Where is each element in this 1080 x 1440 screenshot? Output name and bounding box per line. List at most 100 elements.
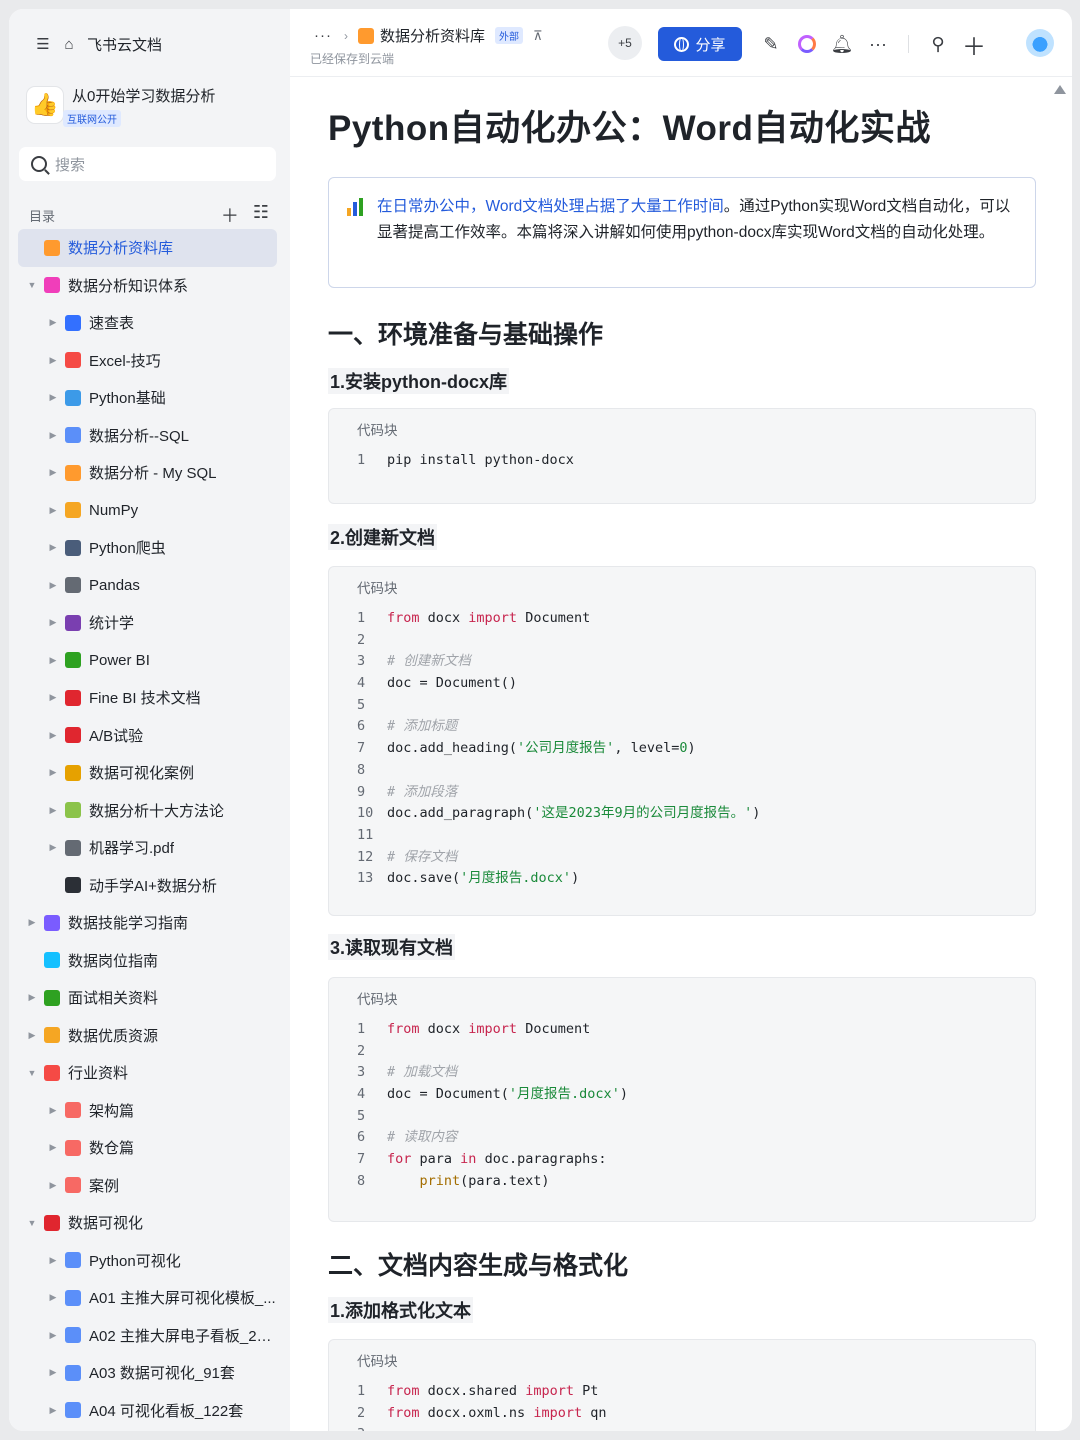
chevron-right-icon[interactable]: ▶	[47, 542, 59, 553]
chevron-right-icon[interactable]: ▶	[47, 1405, 59, 1416]
chevron-right-icon[interactable]: ▶	[47, 355, 59, 366]
sidebar-item[interactable]: ▶ A/B试验	[18, 717, 277, 755]
chevron-right-icon[interactable]: ▶	[47, 842, 59, 853]
chevron-right-icon[interactable]: ▶	[47, 1105, 59, 1116]
chevron-down-icon[interactable]: ▼	[26, 1068, 38, 1078]
sidebar-item[interactable]: ▶ 数据技能学习指南	[18, 904, 277, 942]
chevron-right-icon: ›	[344, 28, 348, 43]
sidebar-item[interactable]: ▶ Python可视化	[18, 1242, 277, 1280]
sidebar-item[interactable]: 动手学AI+数据分析	[18, 867, 277, 905]
chevron-right-icon[interactable]: ▶	[47, 392, 59, 403]
sidebar-item[interactable]: ▶ 数据分析十大方法论	[18, 792, 277, 830]
bell-icon[interactable]: 🔔︎	[831, 33, 854, 55]
sidebar-item[interactable]: ▶ Power BI	[18, 642, 277, 680]
bar-chart-icon	[347, 198, 367, 216]
chevron-right-icon[interactable]: ▶	[47, 1330, 59, 1341]
sidebar-item[interactable]: ▶ 统计学	[18, 604, 277, 642]
sidebar-item[interactable]: ▶ A04 可视化看板_122套	[18, 1392, 277, 1430]
chevron-down-icon[interactable]: ▼	[26, 280, 38, 290]
chevron-right-icon[interactable]: ▶	[47, 805, 59, 816]
sidebar-item[interactable]: 数据岗位指南	[18, 942, 277, 980]
code-lines: 1 pip install python-docx	[357, 450, 1035, 472]
edit-pen-icon[interactable]: ✎	[760, 33, 782, 55]
chevron-right-icon[interactable]: ▶	[47, 1180, 59, 1191]
code-block[interactable]: 代码块 1 pip install python-docx	[328, 408, 1036, 504]
sidebar-item[interactable]: ▶ A01 主推大屏可视化模板_...	[18, 1279, 277, 1317]
outline-list-icon[interactable]: ☷	[253, 202, 269, 228]
chevron-right-icon[interactable]: ▶	[47, 317, 59, 328]
more-actions-icon[interactable]: ···	[867, 33, 889, 55]
rainbow-icon	[65, 464, 81, 481]
collaborators-more[interactable]: +5	[608, 26, 642, 60]
user-avatar[interactable]	[1026, 29, 1054, 57]
sidebar-item[interactable]: ▶ 数据分析--SQL	[18, 417, 277, 455]
sidebar-item[interactable]: ▶ 数据分析 - My SQL	[18, 454, 277, 492]
collapse-sidebar-icon[interactable]: ☰	[33, 34, 53, 54]
breadcrumb-more-icon[interactable]: ···	[314, 27, 332, 44]
sidebar-item[interactable]: ▼ 数据分析知识体系	[18, 267, 277, 305]
chevron-right-icon[interactable]: ▶	[26, 917, 38, 928]
scroll-up-arrow-icon[interactable]	[1054, 85, 1066, 94]
pin-icon[interactable]: ⊼	[533, 28, 543, 44]
chevron-right-icon[interactable]: ▶	[47, 467, 59, 478]
code-token: , level=	[614, 740, 680, 757]
sidebar-item[interactable]: ▶ 速查表	[18, 304, 277, 342]
sidebar-item[interactable]: ▶ 架构篇	[18, 1092, 277, 1130]
chevron-right-icon[interactable]: ▶	[47, 617, 59, 628]
chevron-right-icon[interactable]: ▶	[26, 1030, 38, 1041]
line-number: 7	[357, 740, 366, 757]
sidebar-item[interactable]: ▶ 案例	[18, 1167, 277, 1205]
chevron-right-icon[interactable]: ▶	[47, 767, 59, 778]
sidebar-item[interactable]: ▶ 数据可视化案例	[18, 754, 277, 792]
chevron-right-icon[interactable]: ▶	[47, 1255, 59, 1266]
chevron-right-icon[interactable]: ▶	[47, 1367, 59, 1378]
sidebar-item[interactable]: 数据分析资料库	[18, 229, 277, 267]
code-block[interactable]: 代码块 1 from docx import Document 2 3 # 创建新文档 4…	[328, 566, 1036, 916]
add-node-icon[interactable]: ＋	[221, 202, 239, 228]
sidebar-item-label: 数据岗位指南	[68, 952, 159, 970]
chevron-right-icon[interactable]: ▶	[47, 505, 59, 516]
sidebar-item[interactable]: ▶ 数仓篇	[18, 1129, 277, 1167]
callout-highlight[interactable]: 在日常办公中，Word文档处理占据了大量工作时间	[377, 198, 724, 215]
library-icon	[44, 239, 60, 256]
sidebar-item[interactable]: ▼ 行业资料	[18, 1054, 277, 1092]
code-line: 2 from docx.oxml.ns import qn	[357, 1403, 1035, 1425]
breadcrumb-library[interactable]: 数据分析资料库	[380, 25, 485, 46]
chevron-right-icon[interactable]: ▶	[26, 992, 38, 1003]
app-title[interactable]: 飞书云文档	[87, 34, 162, 55]
sidebar-item[interactable]: ▶ Python爬虫	[18, 529, 277, 567]
chevron-right-icon[interactable]: ▶	[47, 430, 59, 441]
search-icon[interactable]: ⚲	[927, 33, 949, 55]
code-token: docx.shared	[419, 1383, 526, 1399]
sidebar-item-label: 数据可视化案例	[89, 765, 195, 783]
sidebar-item[interactable]: ▶ 面试相关资料	[18, 979, 277, 1017]
sidebar-item[interactable]: ▶ Pandas	[18, 567, 277, 605]
sidebar-item[interactable]: ▶ Fine BI 技术文档	[18, 679, 277, 717]
sidebar-item[interactable]: ▶ NumPy	[18, 492, 277, 530]
sidebar-item[interactable]: ▶ 数据优质资源	[18, 1017, 277, 1055]
new-doc-plus-icon[interactable]: ＋	[962, 33, 986, 61]
sidebar-item[interactable]: ▶ Excel-技巧	[18, 342, 277, 380]
share-button[interactable]: 分享	[658, 27, 742, 61]
home-icon[interactable]: ⌂	[59, 34, 79, 54]
sidebar-item[interactable]: ▼ 数据可视化	[18, 1204, 277, 1242]
chevron-right-icon[interactable]: ▶	[47, 692, 59, 703]
search-input[interactable]: 搜索	[19, 147, 276, 181]
sidebar-item[interactable]: ▶ Python基础	[18, 379, 277, 417]
chevron-right-icon[interactable]: ▶	[47, 655, 59, 666]
chevron-right-icon[interactable]: ▶	[47, 730, 59, 741]
sidebar-item[interactable]: ▶ 机器学习.pdf	[18, 829, 277, 867]
chevron-down-icon[interactable]: ▼	[26, 1218, 38, 1228]
code-block[interactable]: 代码块 1 from docx.shared import Pt 2 from doc…	[328, 1339, 1036, 1431]
chevron-right-icon[interactable]: ▶	[47, 1142, 59, 1153]
code-token: from	[387, 1383, 420, 1399]
search-icon	[31, 156, 47, 172]
ai-assistant-icon[interactable]	[796, 33, 818, 55]
space-header[interactable]: 👍 从0开始学习数据分析 互联网公开	[27, 87, 215, 128]
sidebar-item-label: 架构篇	[89, 1102, 135, 1120]
chevron-right-icon[interactable]: ▶	[47, 1292, 59, 1303]
sidebar-item[interactable]: ▶ A03 数据可视化_91套	[18, 1354, 277, 1392]
sidebar-item[interactable]: ▶ A02 主推大屏电子看板_20套	[18, 1317, 277, 1355]
code-block[interactable]: 代码块 1 from docx import Document 2 3 # 加载文档 4 d…	[328, 977, 1036, 1222]
chevron-right-icon[interactable]: ▶	[47, 580, 59, 591]
